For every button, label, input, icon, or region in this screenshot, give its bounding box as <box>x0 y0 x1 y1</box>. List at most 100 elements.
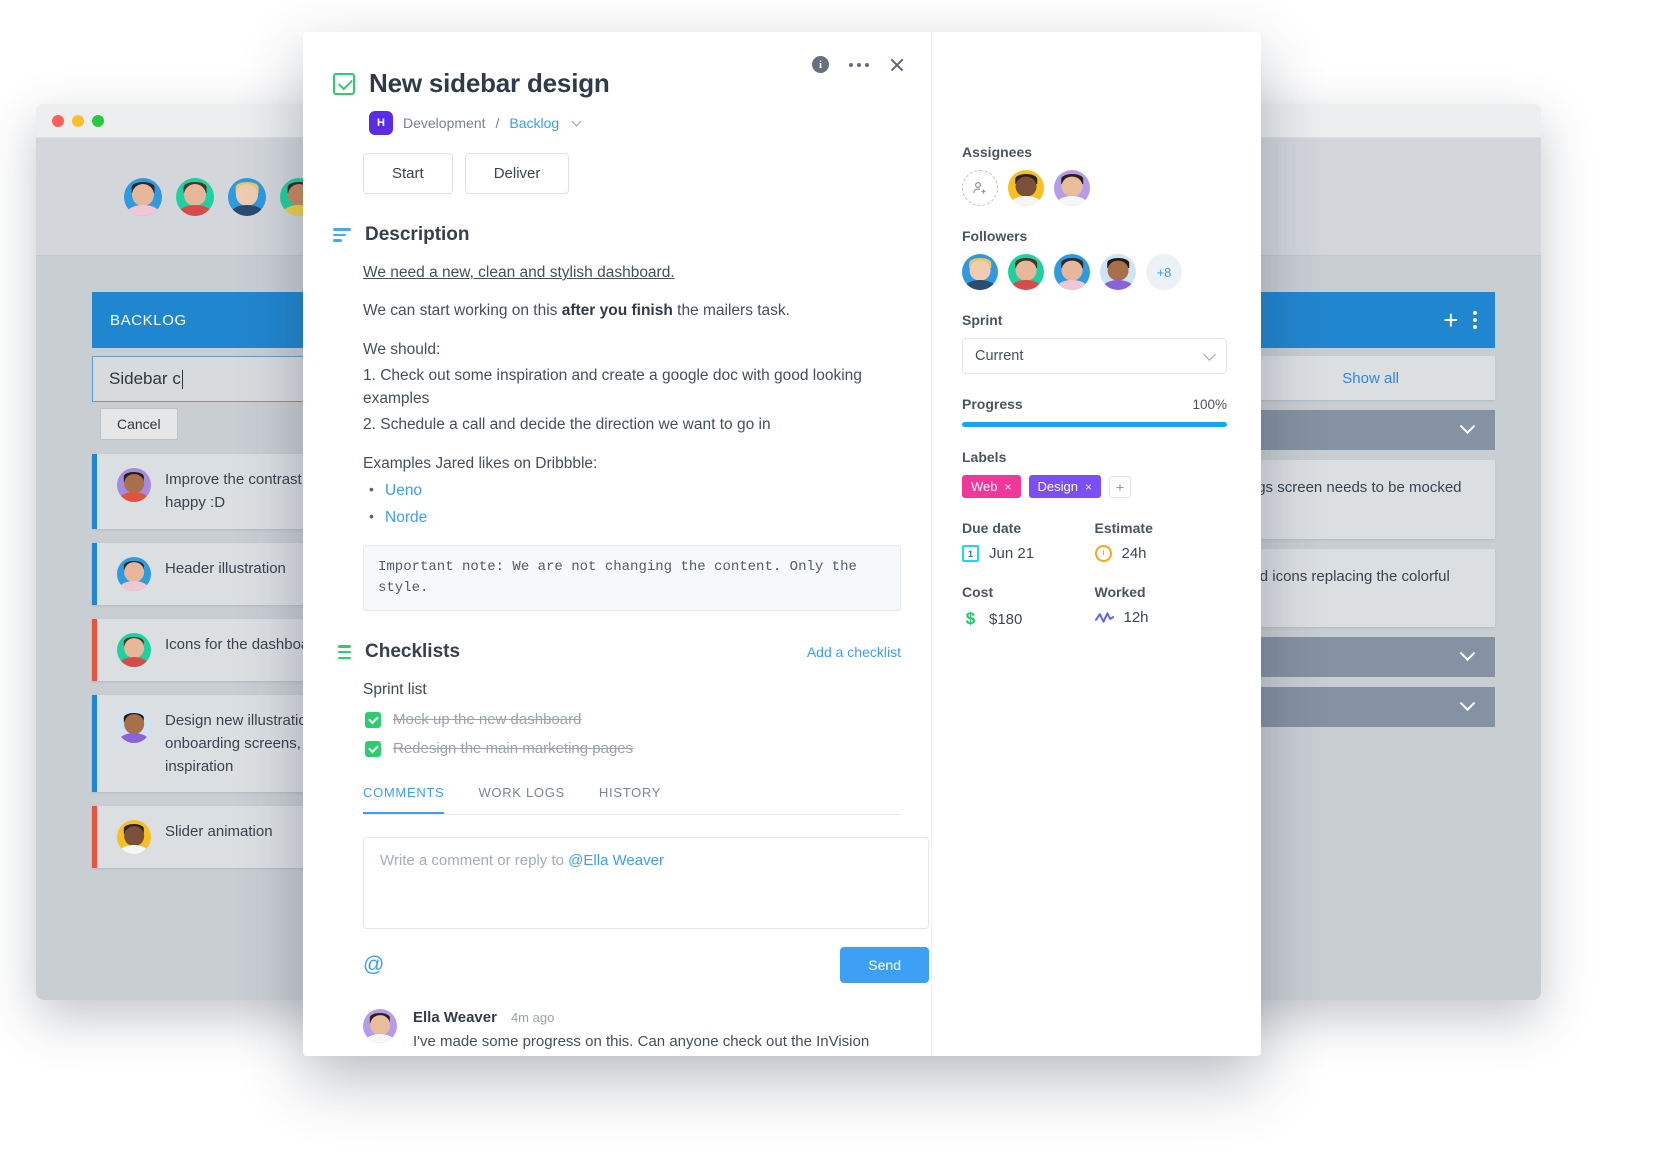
followers-label: Followers <box>962 228 1028 244</box>
due-date-label: Due date <box>962 520 1022 536</box>
checkbox-checked-icon[interactable] <box>365 711 381 728</box>
example-link[interactable]: Ueno <box>369 479 901 502</box>
worked-field: Worked 12h <box>1094 584 1228 629</box>
label-chip[interactable]: Design × <box>1028 475 1101 498</box>
avatar[interactable] <box>962 254 998 290</box>
remove-label-icon[interactable]: × <box>1085 480 1092 494</box>
progress-section: Progress 100% <box>962 396 1227 427</box>
text-caret <box>181 369 183 389</box>
description-step: 2. Schedule a call and decide the direct… <box>363 416 771 434</box>
more-icon[interactable] <box>849 62 869 67</box>
column-menu-icon[interactable] <box>1473 311 1477 329</box>
checklist-icon <box>333 645 351 660</box>
breadcrumb-project[interactable]: Development <box>403 115 486 131</box>
task-card-title: Slider animation <box>165 823 273 841</box>
window-close-button[interactable] <box>52 114 64 127</box>
assignees-list <box>962 170 1227 206</box>
modal-sidebar-panel: Assignees Followers +8 Sprint Current Pr… <box>931 32 1261 1056</box>
progress-bar[interactable] <box>962 422 1227 427</box>
worked-value-row[interactable]: 12h <box>1094 609 1228 626</box>
cost-worked-row: Cost $ $180 Worked 12h <box>962 584 1227 629</box>
description-lead: We need a new, clean and stylish dashboa… <box>363 264 675 281</box>
cost-value-row[interactable]: $ $180 <box>962 609 1095 629</box>
tab-work-logs[interactable]: WORK LOGS <box>478 785 564 814</box>
comment-header: Ella Weaver 4m ago <box>413 1009 931 1026</box>
we-should-label: We should: <box>363 340 441 358</box>
followers-overflow-count[interactable]: +8 <box>1146 254 1182 290</box>
window-minimize-button[interactable] <box>72 114 84 127</box>
task-card-title: Header illustration <box>165 559 286 577</box>
modal-header-actions: i <box>812 56 905 73</box>
avatar[interactable] <box>1008 170 1044 206</box>
code-note: Important note: We are not changing the … <box>363 545 901 612</box>
dollar-icon: $ <box>965 609 976 628</box>
add-person-icon[interactable] <box>962 170 998 206</box>
avatar[interactable] <box>1054 254 1090 290</box>
avatar[interactable] <box>1100 254 1136 290</box>
breadcrumb-list[interactable]: Backlog <box>509 115 559 131</box>
followers-section: Followers +8 <box>962 228 1227 290</box>
start-button[interactable]: Start <box>363 153 453 194</box>
avatar <box>117 632 151 667</box>
estimate-field: Estimate 24h <box>1094 520 1228 562</box>
labels-list: Web × Design × + <box>962 475 1227 498</box>
page-title: New sidebar design <box>369 68 610 98</box>
comment-placeholder-mention: @Ella Weaver <box>568 852 664 870</box>
checklist-title: Sprint list <box>363 681 427 699</box>
comment-item: Ella Weaver 4m ago I've made some progre… <box>363 1009 931 1056</box>
avatar[interactable] <box>124 177 162 216</box>
status-action-buttons: Start Deliver <box>363 153 901 194</box>
cancel-button[interactable]: Cancel <box>100 408 178 440</box>
project-badge: H <box>369 111 393 135</box>
deliver-button[interactable]: Deliver <box>464 153 570 194</box>
avatar <box>117 708 151 743</box>
checklist-item[interactable]: Mock up the new dashboard <box>365 711 901 728</box>
comment-toolbar: @ Send <box>363 947 929 984</box>
estimate-value-row[interactable]: 24h <box>1094 545 1228 562</box>
label-chip-text: Web <box>971 479 998 494</box>
description-steps: 1. Check out some inspiration and create… <box>363 364 901 437</box>
add-label-icon[interactable]: + <box>1109 475 1131 498</box>
avatar[interactable] <box>1008 254 1044 290</box>
avatar[interactable] <box>228 177 266 216</box>
due-date-value-row[interactable]: 1 Jun 21 <box>962 545 1095 562</box>
avatar <box>363 1009 397 1044</box>
comment-input[interactable]: Write a comment or reply to @Ella Weaver <box>363 837 929 930</box>
mention-icon[interactable]: @ <box>363 953 384 977</box>
examples-intro: Examples Jared likes on Dribbble: <box>363 454 598 472</box>
label-chip[interactable]: Web × <box>962 475 1021 498</box>
avatar[interactable] <box>1054 170 1090 206</box>
checklist-item[interactable]: Redesign the main marketing pages <box>365 740 901 757</box>
chevron-down-icon <box>1459 417 1476 434</box>
example-link[interactable]: Norde <box>369 506 901 529</box>
tab-comments[interactable]: COMMENTS <box>363 785 445 815</box>
tab-history[interactable]: HISTORY <box>599 785 661 814</box>
task-checkbox-icon[interactable] <box>333 72 355 95</box>
window-maximize-button[interactable] <box>92 114 104 127</box>
avatar[interactable] <box>176 177 214 216</box>
sprint-label: Sprint <box>962 312 1003 328</box>
add-checklist-link[interactable]: Add a checklist <box>807 644 901 660</box>
breadcrumb: H Development / Backlog <box>369 111 901 135</box>
comment-timestamp: 4m ago <box>510 1010 555 1026</box>
cost-label: Cost <box>962 584 994 600</box>
info-icon[interactable]: i <box>812 56 829 73</box>
add-card-button[interactable]: + <box>1443 305 1459 336</box>
avatar <box>117 468 151 502</box>
paragraph-suffix: the mailers task. <box>672 302 790 320</box>
description-section-header: Description <box>333 224 901 246</box>
checkbox-checked-icon[interactable] <box>365 740 381 757</box>
avatar <box>117 556 151 591</box>
close-icon[interactable] <box>889 57 905 73</box>
remove-label-icon[interactable]: × <box>1005 480 1012 494</box>
comment-placeholder-prefix: Write a comment or reply to <box>380 852 569 870</box>
calendar-icon: 1 <box>962 545 979 562</box>
sprint-select[interactable]: Current <box>962 338 1227 374</box>
send-button[interactable]: Send <box>840 947 929 984</box>
estimate-label: Estimate <box>1094 520 1153 536</box>
due-date-field: Due date 1 Jun 21 <box>962 520 1095 562</box>
description-heading: Description <box>365 224 470 245</box>
chevron-down-icon[interactable] <box>571 116 582 127</box>
chevron-down-icon <box>1459 694 1476 711</box>
description-step: 1. Check out some inspiration and create… <box>363 366 862 407</box>
